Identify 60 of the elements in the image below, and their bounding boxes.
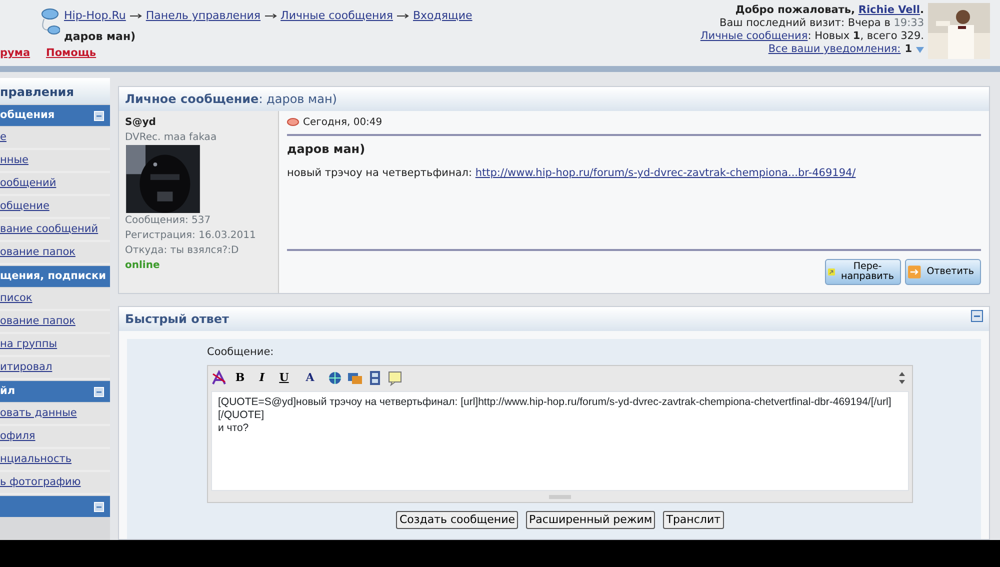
panel-title: Личное сообщение: даров ман) xyxy=(125,91,337,108)
panel-title: Быстрый ответ xyxy=(125,311,229,328)
post-link[interactable]: http://www.hip-hop.ru/forum/s-yd-dvrec-zavtrak-chempiona...br-469194/ xyxy=(475,167,856,179)
breadcrumb-link[interactable]: Входящие xyxy=(413,9,472,22)
arrow-icon xyxy=(397,12,409,19)
user-stat: Откуда: ты взялся?:D xyxy=(125,244,240,258)
form-button[interactable]: Создать сообщение xyxy=(396,510,518,530)
reply-button[interactable]: Ответить xyxy=(905,259,981,285)
post-text: новый трэчоу на четвертьфинал: http://www.hip-hop.ru/forum/s-yd-dvrec-zavtrak-chempiona...br-469194/ xyxy=(287,166,857,181)
field-label: Сообщение: xyxy=(207,345,275,360)
post-title: даров ман) xyxy=(287,141,366,158)
bold-button[interactable]: B xyxy=(231,368,249,387)
username-link[interactable]: Richie Vell xyxy=(858,4,920,16)
sidebar-section-header[interactable]: общения xyxy=(0,105,110,126)
user-stat: Регистрация: 16.03.2011 xyxy=(125,229,257,243)
text-color-button[interactable]: A xyxy=(297,368,323,387)
forward-button[interactable]: Пере- направить xyxy=(825,259,901,285)
nav-link[interactable]: Помощь xyxy=(46,46,96,62)
sidebar-link[interactable]: е xyxy=(0,130,6,146)
sidebar-section-header[interactable] xyxy=(0,496,110,517)
page-title: даров ман) xyxy=(64,28,137,44)
messages-link[interactable]: Личные сообщения xyxy=(700,30,808,42)
form-button[interactable]: Расширенный режим xyxy=(526,510,656,530)
section-title: щения, подписки xyxy=(0,268,106,284)
underline-button[interactable]: U xyxy=(275,368,293,387)
author-name[interactable]: S@yd xyxy=(125,115,272,130)
welcome-text: Добро пожаловать, xyxy=(735,4,856,16)
resize-handle[interactable] xyxy=(549,494,571,499)
sidebar-title: правления xyxy=(0,78,110,104)
breadcrumb-link[interactable]: Hip-Hop.Ru xyxy=(64,9,126,22)
sidebar-link[interactable]: нные xyxy=(0,152,28,168)
form-button[interactable]: Транслит xyxy=(663,510,724,530)
message-counts: : Новых 1, всего 329. xyxy=(808,30,924,42)
notification-count: 1 xyxy=(904,43,912,56)
post-date: Сегодня, 00:49 xyxy=(303,116,382,130)
clear-format-icon[interactable] xyxy=(211,370,227,386)
nav-link[interactable]: рума xyxy=(0,46,30,62)
section-title: общения xyxy=(0,108,55,123)
arrow-icon xyxy=(264,12,277,19)
globe-icon[interactable] xyxy=(327,370,343,386)
user-stat: Сообщения: 537 xyxy=(125,214,212,228)
breadcrumb-link[interactable]: Личные сообщения xyxy=(280,9,393,22)
user-title: DVRec. maa fakaa xyxy=(125,131,218,145)
collapse-icon[interactable] xyxy=(971,310,983,322)
last-visit-text: Ваш последний визит: Вчера в xyxy=(720,17,890,29)
resize-icon[interactable] xyxy=(899,372,905,384)
section-title: йл xyxy=(0,384,16,399)
speech-bubble-icon xyxy=(287,118,299,127)
punctuation: . xyxy=(920,4,924,16)
notifications-link[interactable]: Все ваши уведомления: xyxy=(768,43,901,56)
online-status: online xyxy=(125,259,161,273)
sidebar-section-header[interactable]: щения, подписки xyxy=(0,266,110,287)
sidebar-section-header[interactable]: йл xyxy=(0,381,110,402)
film-icon[interactable] xyxy=(367,370,383,386)
last-visit-time: 19:33 xyxy=(894,17,924,29)
italic-button[interactable]: I xyxy=(253,368,271,387)
arrow-icon xyxy=(130,12,142,19)
quote-icon[interactable] xyxy=(387,370,403,386)
message-input[interactable]: [QUOTE=S@yd]новый трэчоу на четвертьфинал: [url]http://www.hip-hop.ru/forum/s-yd-dvrec-zavtrak-chempiona-chetvertfinal-dbr-469194/[/url][/QUOTE] и что? xyxy=(211,390,909,491)
breadcrumb-link[interactable]: Панель управления xyxy=(146,9,261,22)
